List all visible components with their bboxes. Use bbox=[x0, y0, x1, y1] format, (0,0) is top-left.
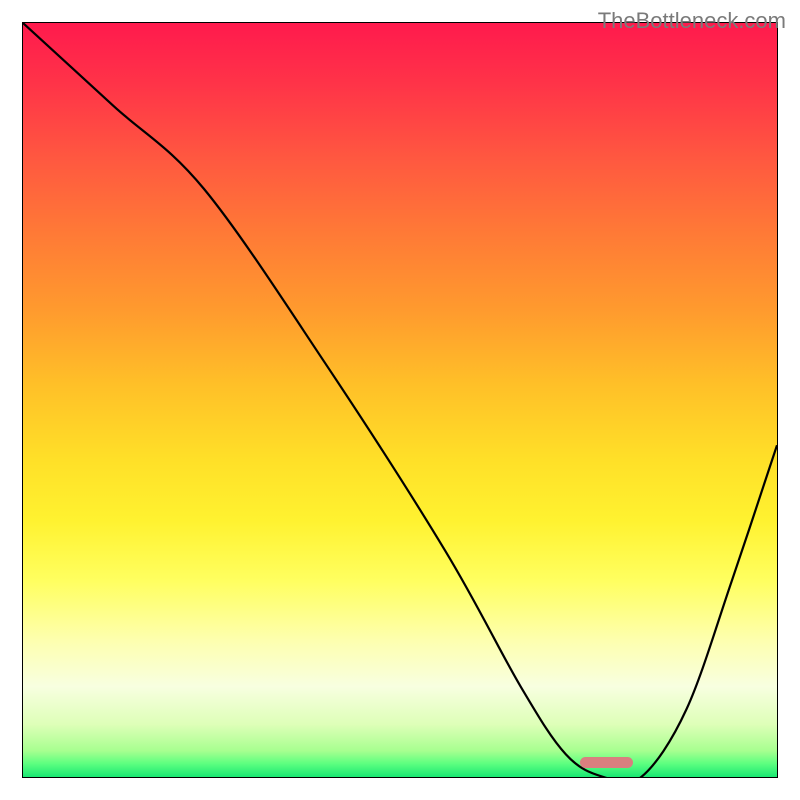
watermark-text: TheBottleneck.com bbox=[598, 8, 786, 34]
plot-area bbox=[22, 22, 778, 778]
bottleneck-curve bbox=[23, 23, 777, 777]
optimal-range-marker bbox=[580, 757, 633, 768]
